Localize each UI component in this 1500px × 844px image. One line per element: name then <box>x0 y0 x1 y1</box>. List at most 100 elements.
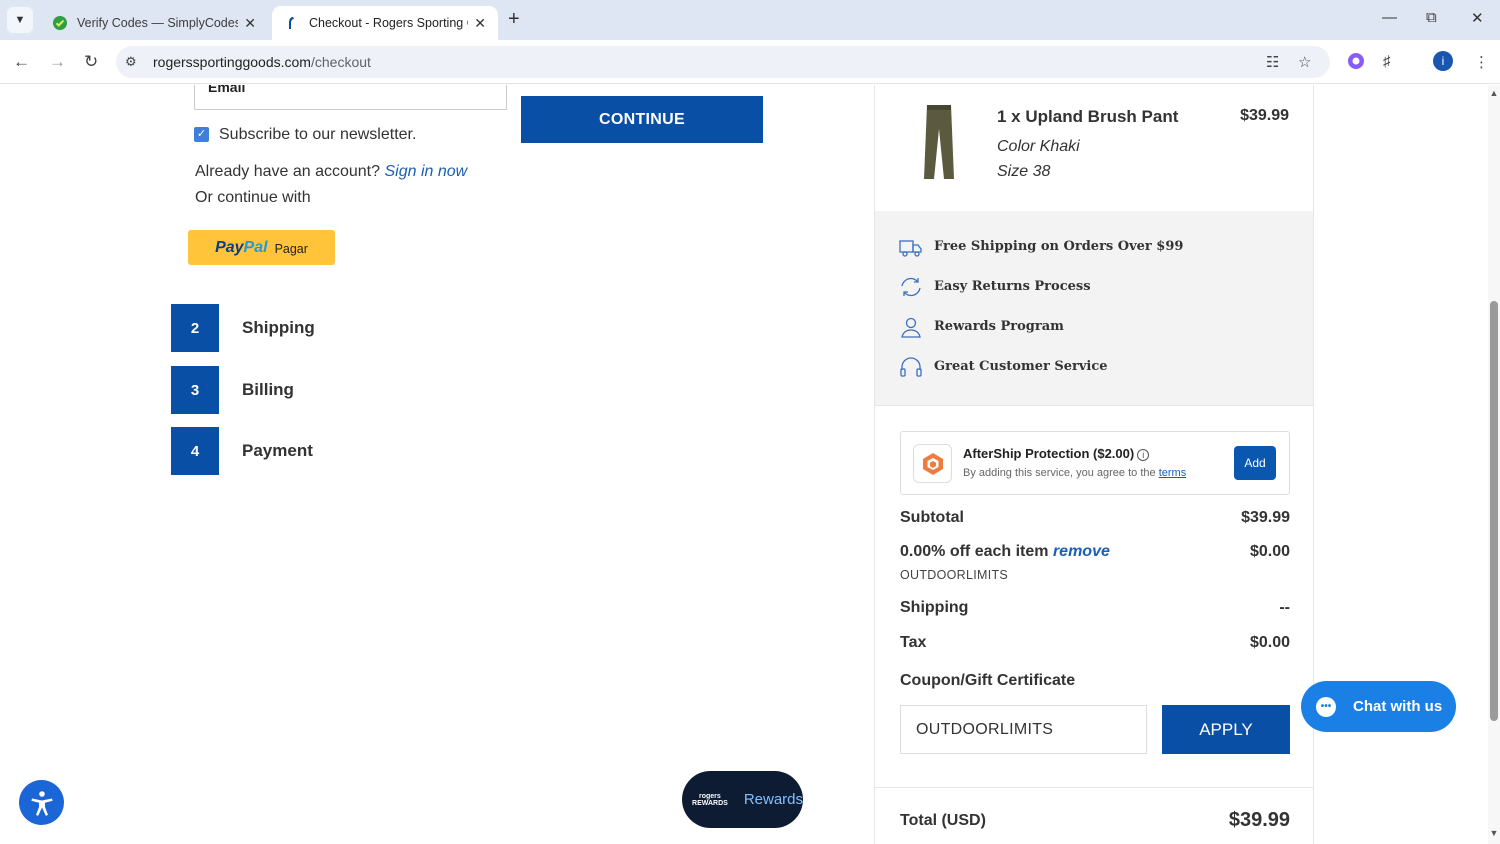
total-row: Total (USD) $39.99 <box>900 809 1290 831</box>
account-prompt-text: Already have an account? <box>195 163 381 180</box>
product-image <box>921 103 957 181</box>
site-settings-icon[interactable]: ⚙ <box>125 54 137 70</box>
tab-checkout[interactable]: Checkout - Rogers Sporting Goods ✕ <box>272 6 498 40</box>
perk-label: Easy Returns Process <box>934 279 1091 294</box>
paypal-action-label: Pagar <box>274 242 308 256</box>
scroll-up-arrow-icon[interactable]: ▲ <box>1488 88 1500 98</box>
tax-row: Tax $0.00 <box>900 634 1290 652</box>
product-name: 1 x Upland Brush Pant <box>997 107 1179 126</box>
subtotal-row: Subtotal $39.99 <box>900 509 1290 527</box>
tab-title: Checkout - Rogers Sporting Goods <box>309 16 468 30</box>
profile-avatar[interactable]: i <box>1433 51 1453 71</box>
shipping-row: Shipping -- <box>900 599 1290 617</box>
or-continue-text: Or continue with <box>195 189 311 206</box>
order-summary: 1 x Upland Brush Pant $39.99 Color Khaki… <box>874 85 1314 844</box>
new-tab-button[interactable]: + <box>508 8 520 31</box>
discount-label: 0.00% off each item <box>900 543 1049 560</box>
coupon-input[interactable]: OUTDOORLIMITS <box>900 705 1147 754</box>
aftership-add-button[interactable]: Add <box>1234 446 1276 480</box>
truck-icon <box>899 235 923 259</box>
simplycodes-favicon-icon <box>52 15 68 31</box>
accessibility-button[interactable] <box>19 780 64 825</box>
step-number: 3 <box>171 366 219 414</box>
accessibility-icon <box>30 790 53 816</box>
shipping-value: -- <box>1279 599 1290 616</box>
step-billing[interactable]: 3 Billing <box>171 366 471 414</box>
terms-link[interactable]: terms <box>1159 467 1187 479</box>
step-label: Payment <box>242 441 313 460</box>
account-prompt: Already have an account? Sign in now <box>195 163 467 181</box>
restore-icon[interactable]: ⧉ <box>1426 9 1437 26</box>
translate-icon[interactable]: ☷ <box>1266 53 1279 71</box>
info-icon[interactable]: i <box>1137 448 1150 461</box>
chat-label: Chat with us <box>1353 698 1443 715</box>
newsletter-label: Subscribe to our newsletter. <box>219 126 417 143</box>
aftership-subtitle-text: By adding this service, you agree to the <box>963 467 1156 479</box>
chat-button[interactable]: ••• Chat with us <box>1301 681 1456 732</box>
subtotal-label: Subtotal <box>900 509 964 526</box>
bookmark-star-icon[interactable]: ☆ <box>1298 53 1311 71</box>
paypal-logo-text: Pay <box>215 238 244 256</box>
product-price: $39.99 <box>1240 107 1289 124</box>
step-label: Shipping <box>242 318 315 337</box>
user-icon <box>899 315 923 339</box>
perk-label: Rewards Program <box>934 319 1064 334</box>
apply-coupon-button[interactable]: APPLY <box>1162 705 1290 754</box>
perk-label: Free Shipping on Orders Over $99 <box>934 239 1184 254</box>
discount-code: OUTDOORLIMITS <box>900 568 1009 582</box>
tab-search-button[interactable]: ▼ <box>7 7 33 33</box>
tab-simplycodes[interactable]: Verify Codes — SimplyCodes ✕ <box>40 6 268 40</box>
discount-value: $0.00 <box>1249 543 1290 560</box>
reload-icon[interactable]: ↻ <box>84 52 98 72</box>
paypal-logo-text-b: Pal <box>243 238 268 256</box>
forward-arrow-icon[interactable]: → <box>49 52 66 72</box>
subtotal-value: $39.99 <box>1241 509 1290 526</box>
more-menu-icon[interactable]: ⋮ <box>1474 53 1489 71</box>
perks-panel: Free Shipping on Orders Over $99 Easy Re… <box>875 211 1313 406</box>
product-color: Color Khaki <box>997 138 1080 155</box>
total-label: Total (USD) <box>900 812 986 829</box>
tax-label: Tax <box>900 634 927 651</box>
email-label: Email <box>208 85 246 95</box>
total-value: $39.99 <box>1228 809 1290 831</box>
chat-bubble-icon: ••• <box>1316 696 1336 717</box>
minimize-icon[interactable]: — <box>1382 9 1397 26</box>
close-tab-icon[interactable]: ✕ <box>244 15 256 32</box>
continue-button[interactable]: CONTINUE <box>521 96 763 143</box>
perk-label: Great Customer Service <box>934 359 1108 374</box>
newsletter-checkbox[interactable]: ✓ <box>194 127 209 142</box>
browser-tab-bar: ▼ Verify Codes — SimplyCodes ✕ Checkout … <box>0 0 1500 40</box>
close-window-icon[interactable]: ✕ <box>1471 9 1484 27</box>
extension-purple-icon[interactable] <box>1347 52 1365 70</box>
back-arrow-icon[interactable]: ← <box>13 52 30 72</box>
tax-value: $0.00 <box>1249 634 1290 651</box>
coupon-label: Coupon/Gift Certificate <box>900 672 1076 689</box>
remove-discount-link[interactable]: remove <box>1053 543 1110 560</box>
extensions-puzzle-icon[interactable]: ♯ <box>1383 53 1391 70</box>
browser-toolbar: ← → ↻ ⚙ rogerssportinggoods.com/checkout… <box>0 40 1500 84</box>
step-number: 2 <box>171 304 219 352</box>
sign-in-link[interactable]: Sign in now <box>384 163 467 180</box>
close-tab-icon[interactable]: ✕ <box>474 15 486 32</box>
step-shipping[interactable]: 2 Shipping <box>171 304 471 352</box>
url-text: rogerssportinggoods.com/checkout <box>153 54 371 70</box>
discount-row: 0.00% off each item remove $0.00 <box>900 543 1290 561</box>
scroll-down-arrow-icon[interactable]: ▼ <box>1488 828 1500 838</box>
rogers-favicon-icon <box>284 15 300 31</box>
rewards-button[interactable]: rogers REWARDS Rewards <box>682 771 803 828</box>
tab-title: Verify Codes — SimplyCodes <box>77 16 239 30</box>
step-payment[interactable]: 4 Payment <box>171 427 471 475</box>
paypal-button[interactable]: Pay Pal Pagar <box>188 230 335 265</box>
rogers-rewards-logo: rogers REWARDS <box>692 792 728 807</box>
headset-icon <box>899 355 923 379</box>
aftership-subtitle: By adding this service, you agree to the… <box>963 467 1186 479</box>
step-label: Billing <box>242 380 294 399</box>
returns-icon <box>899 275 923 299</box>
aftership-shield-icon <box>913 444 952 483</box>
aftership-protection: AfterShip Protection ($2.00) i By adding … <box>900 431 1290 495</box>
rewards-label: Rewards <box>743 791 803 808</box>
scroll-thumb[interactable] <box>1490 301 1498 721</box>
product-size: Size 38 <box>997 163 1051 180</box>
step-number: 4 <box>171 427 219 475</box>
address-bar[interactable]: ⚙ rogerssportinggoods.com/checkout <box>116 46 1330 78</box>
